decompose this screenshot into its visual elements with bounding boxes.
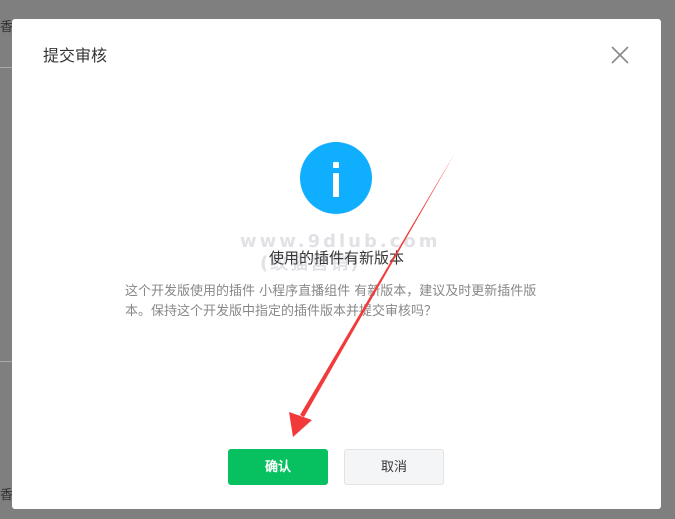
cancel-button[interactable]: 取消 [344, 449, 444, 485]
submit-review-dialog: 提交审核 www.9dlub.com (纹猫营销) 使用的插件有新版本 这个开发… [12, 19, 661, 509]
dialog-subtitle: 使用的插件有新版本 [268, 249, 404, 267]
close-icon[interactable] [609, 44, 631, 66]
dialog-description: 这个开发版使用的插件 小程序直播组件 有新版本，建议及时更新插件版本。保持这个开… [125, 284, 537, 319]
page: 香 香 提交审核 www.9dlub.com (纹猫营销) 使用的插件有新版本 … [0, 0, 675, 519]
dialog-title: 提交审核 [43, 46, 108, 65]
background-divider [0, 67, 12, 68]
info-icon [300, 142, 372, 214]
confirm-button[interactable]: 确认 [228, 449, 328, 485]
background-divider [0, 361, 12, 362]
